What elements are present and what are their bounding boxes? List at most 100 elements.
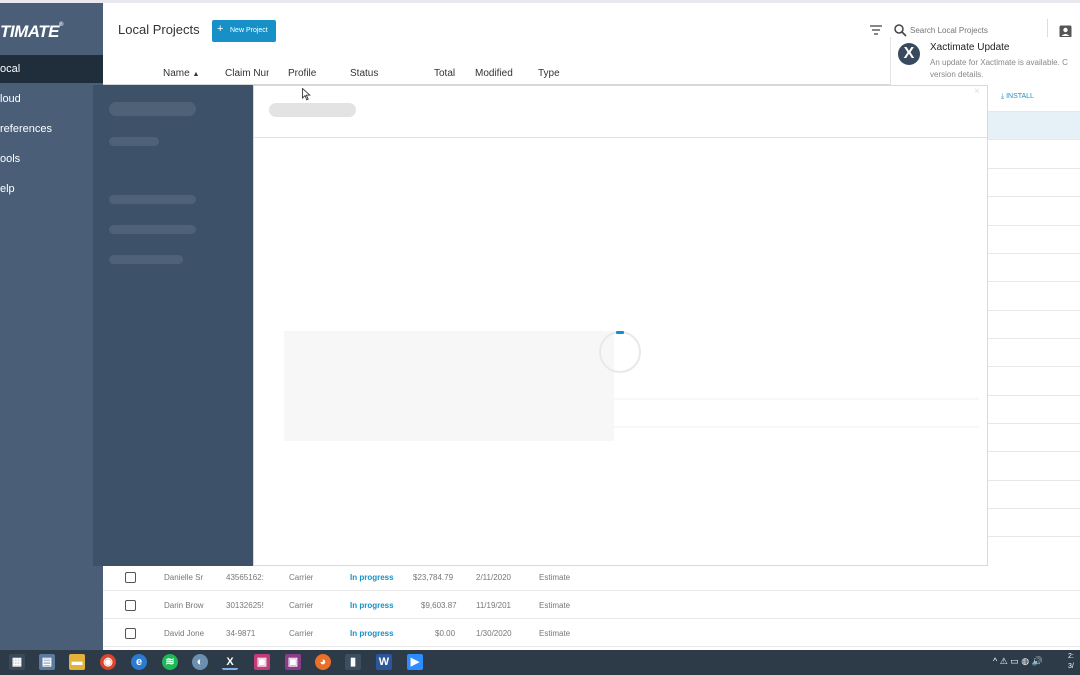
divider [987,536,1080,537]
column-label: Total [434,68,456,79]
app-icon-1[interactable]: ▣ [254,654,270,670]
selected-row-highlight [987,111,1080,139]
column-label: Modified [475,68,513,79]
paint-icon[interactable]: ◐ [192,654,208,670]
divider [254,137,987,138]
table-row[interactable]: Danielle Sr 43565162: Carrier In progres… [103,563,1080,591]
column-label: Claim Num [225,68,269,79]
column-header-modified[interactable]: Modified [475,68,513,79]
sidebar-item-local[interactable]: ocal [0,55,103,83]
spinner-arc [616,331,624,334]
sidebar: TIMATE® ocal loud references ools elp [0,3,103,650]
cell-type: Estimate [539,601,571,610]
ghost-content [284,331,614,441]
new-project-button[interactable]: + New Project [212,20,276,42]
xactimate-icon[interactable]: X [222,654,238,670]
cell-name: David Jone [164,629,205,638]
taskbar: ▦ ▤ ▬ ◉ e ≋ ◐ X ▣ ▣ ◕ ▮ W ▶ ^ ⚠ ▭ ◍ 🔊 2:… [0,650,1080,675]
new-project-label: New Project [230,27,268,34]
column-header-name[interactable]: Name ▲ [163,68,199,79]
column-header-profile[interactable]: Profile [288,68,316,79]
notification-body: An update for Xactimate is available. C … [930,57,1080,81]
notification-title: Xactimate Update [930,42,1010,53]
loading-modal: × [253,85,988,566]
sidebar-item-label: ools [0,153,21,165]
cell-profile: Carrier [289,573,314,582]
divider [987,253,1080,254]
cell-total: $0.00 [435,629,456,638]
notepad-icon[interactable]: ▤ [39,654,55,670]
sidebar-item-label: loud [0,93,21,105]
skeleton-bar [109,255,183,264]
sidebar-item-cloud[interactable]: loud [0,85,103,113]
row-checkbox[interactable] [125,600,136,611]
column-label: Status [350,68,379,79]
divider [987,423,1080,424]
divider [987,451,1080,452]
cell-total: $23,784.79 [413,573,454,582]
modal-sidebar-skeleton [93,85,253,566]
firefox-icon[interactable]: ◕ [315,654,331,670]
cell-status: In progress [350,573,394,582]
close-icon[interactable]: × [974,86,980,97]
divider [987,225,1080,226]
clock-date: 3/ [1068,663,1074,670]
table-row[interactable]: David Jone 34-9871 Carrier In progress $… [103,619,1080,647]
system-tray[interactable]: ^ ⚠ ▭ ◍ 🔊 [993,656,1043,667]
divider [987,338,1080,339]
logo-text: TIMATE [0,22,60,41]
chart-app-icon[interactable]: ▮ [345,654,361,670]
skeleton-bar [109,195,196,204]
cell-status: In progress [350,601,394,610]
column-header-total[interactable]: Total [434,68,455,79]
column-header-type[interactable]: Type [538,68,560,79]
sidebar-item-help[interactable]: elp [0,175,103,203]
cell-modified: 2/11/2020 [476,573,511,582]
search-input[interactable] [910,22,1040,38]
install-row: ⤓ INSTALL [987,85,1080,111]
cell-status: In progress [350,629,394,638]
cell-total: $9,603.87 [421,601,457,610]
chrome-icon[interactable]: ◉ [100,654,116,670]
sidebar-item-tools[interactable]: ools [0,145,103,173]
cell-name: Darin Brow [164,601,204,610]
zoom-icon[interactable]: ▶ [407,654,423,670]
divider [987,111,1080,112]
cell-claim: 43565162: [226,573,264,582]
cell-modified: 1/30/2020 [476,629,512,638]
word-icon[interactable]: W [376,654,392,670]
page-title: Local Projects [118,22,200,37]
edge-icon[interactable]: e [131,654,147,670]
skeleton-title [269,103,356,117]
install-button[interactable]: ⤓ INSTALL [1001,93,1034,101]
clock[interactable]: 2: 3/ [1068,652,1074,672]
file-explorer-icon[interactable]: ▬ [69,654,85,670]
row-checkbox[interactable] [125,628,136,639]
app-icon-2[interactable]: ▣ [285,654,301,670]
update-notification[interactable]: X Xactimate Update An update for Xactima… [890,37,1080,85]
table-row[interactable]: Darin Brow 30132625! Carrier In progress… [103,591,1080,619]
sidebar-item-label: references [0,123,52,135]
cell-type: Estimate [539,573,571,582]
xactimate-logo-icon: X [898,43,920,65]
column-label: Profile [288,68,317,79]
calculator-icon[interactable]: ▦ [9,654,25,670]
spotify-icon[interactable]: ≋ [162,654,178,670]
row-checkbox[interactable] [125,572,136,583]
plus-icon: + [217,23,224,35]
column-header-claim[interactable]: Claim Num [225,68,269,79]
column-label: Name [163,68,190,79]
notification-body-line: An update for Xactimate is available. C [930,58,1068,67]
column-header-status[interactable]: Status [350,68,378,79]
cell-claim: 34-9871 [226,629,256,638]
ghost-line [599,398,979,400]
mouse-cursor-icon [302,88,311,101]
sidebar-item-label: ocal [0,63,21,75]
divider [987,168,1080,169]
skeleton-bar [109,225,196,234]
sort-asc-icon: ▲ [192,71,200,78]
sidebar-item-preferences[interactable]: references [0,115,103,143]
cell-type: Estimate [539,629,571,638]
filter-icon[interactable] [869,23,883,37]
divider [987,366,1080,367]
